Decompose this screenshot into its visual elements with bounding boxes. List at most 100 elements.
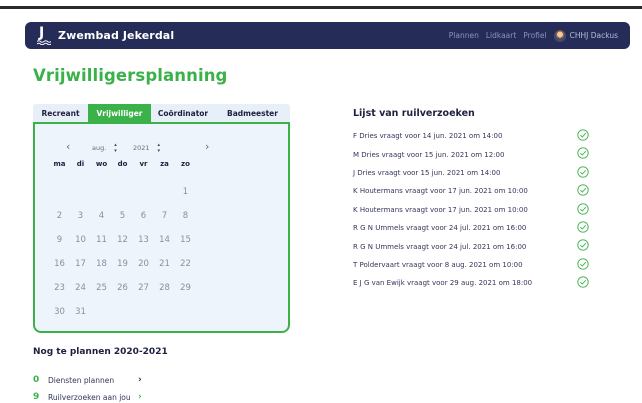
calendar-day[interactable]: 21: [154, 258, 175, 282]
calendar-day[interactable]: 17: [70, 258, 91, 282]
select-caret-icon: ▴ ▾: [157, 142, 161, 154]
calendar-day[interactable]: 5: [112, 210, 133, 234]
calendar-day[interactable]: 6: [133, 210, 154, 234]
calendar-day[interactable]: 18: [91, 258, 112, 282]
check-circle-icon[interactable]: [577, 147, 589, 160]
tab-vrijwilliger[interactable]: Vrijwilliger: [88, 104, 151, 122]
tab-badmeester[interactable]: Badmeester: [215, 104, 290, 122]
calendar-day[interactable]: 1: [175, 186, 196, 210]
nav-link-lidkaart[interactable]: Lidkaart: [486, 31, 516, 40]
swap-request-row[interactable]: F Dries vraagt voor 14 jun. 2021 om 14:0…: [353, 127, 603, 145]
calendar-day[interactable]: 2: [49, 210, 70, 234]
calendar-day[interactable]: 29: [175, 282, 196, 306]
check-circle-icon[interactable]: [577, 258, 589, 270]
todo-label: Diensten plannen: [48, 375, 115, 385]
swap-request-row[interactable]: R G N Ummels vraagt voor 24 jul. 2021 om…: [353, 237, 603, 255]
brand[interactable]: J Zwembad Jekerdal: [37, 25, 175, 45]
calendar-blank-cell: [49, 186, 70, 210]
chevron-right-icon[interactable]: ›: [138, 392, 142, 402]
swap-list-title: Lijst van ruilverzoeken: [353, 108, 475, 119]
calendar-day[interactable]: 7: [154, 210, 175, 234]
calendar-blank-cell: [154, 186, 175, 210]
swap-request-row[interactable]: E J G van Ewijk vraagt voor 29 aug. 2021…: [353, 274, 603, 292]
chevron-left-icon[interactable]: ‹: [66, 141, 70, 153]
calendar-day[interactable]: 25: [91, 282, 112, 306]
calendar-blank-cell: [133, 186, 154, 210]
calendar-day[interactable]: 19: [112, 258, 133, 282]
calendar-days: 1 2 3 4 5 6 7 8 9 10 11 12 13 14 15 16 17 18 19 20 21 22 23 24 2…: [49, 186, 196, 330]
month-select[interactable]: aug. ▴ ▾: [92, 142, 117, 154]
todo-item-diensten: 0 Diensten plannen ›: [33, 374, 142, 386]
check-circle-icon[interactable]: [577, 276, 589, 288]
nav-link-plannen[interactable]: Plannen: [449, 31, 479, 40]
month-value: aug.: [92, 144, 107, 152]
weekday-label: za: [160, 160, 169, 168]
top-border: [0, 0, 642, 9]
calendar-day[interactable]: 30: [49, 306, 70, 330]
calendar-day[interactable]: 10: [70, 234, 91, 258]
chevron-right-icon[interactable]: ›: [205, 141, 209, 153]
calendar-day[interactable]: 28: [154, 282, 175, 306]
nav-link-profiel[interactable]: Profiel: [523, 31, 546, 40]
calendar-day[interactable]: 23: [49, 282, 70, 306]
calendar-day[interactable]: 20: [133, 258, 154, 282]
brand-name: Zwembad Jekerdal: [58, 29, 175, 42]
avatar: [553, 29, 566, 42]
year-select[interactable]: 2021 ▴ ▾: [133, 142, 160, 154]
swap-request-text: E J G van Ewijk vraagt voor 29 aug. 2021…: [353, 279, 533, 288]
calendar: ‹ aug. ▴ ▾ 2021 ▴ ▾ › ma di wo do vr za zo…: [33, 122, 290, 333]
todo-label: Ruilverzoeken aan jou: [48, 392, 131, 402]
calendar-day[interactable]: 3: [70, 210, 91, 234]
swap-request-row[interactable]: T Poldervaart vraagt voor 8 aug. 2021 om…: [353, 256, 603, 274]
waves-icon: [37, 39, 51, 45]
calendar-day[interactable]: 24: [70, 282, 91, 306]
weekday-label: zo: [181, 160, 190, 168]
calendar-day[interactable]: 12: [112, 234, 133, 258]
check-circle-icon[interactable]: [577, 239, 589, 251]
calendar-header: ‹ aug. ▴ ▾ 2021 ▴ ▾ ›: [35, 141, 288, 155]
todo-item-ruilverzoeken: 9 Ruilverzoeken aan jou ›: [33, 391, 142, 403]
swap-request-text: K Houtermans vraagt voor 17 jun. 2021 om…: [353, 187, 528, 196]
todo-count: 0: [33, 375, 40, 385]
calendar-day[interactable]: 9: [49, 234, 70, 258]
nav-links: Plannen Lidkaart Profiel CHHJ Dackus: [449, 29, 618, 42]
tab-recreant[interactable]: Recreant: [33, 104, 88, 122]
swap-request-text: T Poldervaart vraagt voor 8 aug. 2021 om…: [353, 260, 523, 269]
calendar-day[interactable]: 13: [133, 234, 154, 258]
calendar-day[interactable]: 14: [154, 234, 175, 258]
calendar-day[interactable]: 31: [70, 306, 91, 330]
check-circle-icon[interactable]: [577, 184, 589, 196]
calendar-day[interactable]: 15: [175, 234, 196, 258]
select-caret-icon: ▴ ▾: [114, 142, 117, 154]
role-tabs: Recreant Vrijwilliger Coördinator Badmee…: [33, 104, 290, 122]
swap-request-row[interactable]: R G N Ummels vraagt voor 24 jul. 2021 om…: [353, 219, 603, 237]
calendar-day[interactable]: 8: [175, 210, 196, 234]
logo-icon: J: [37, 25, 51, 45]
check-circle-icon[interactable]: [577, 166, 589, 178]
page-title: Vrijwilligersplanning: [33, 66, 228, 85]
weekday-label: do: [117, 160, 128, 168]
calendar-day[interactable]: 26: [112, 282, 133, 306]
weekday-label: wo: [95, 160, 108, 168]
swap-request-row[interactable]: K Houtermans vraagt voor 17 jun. 2021 om…: [353, 182, 603, 200]
swap-request-row[interactable]: M Dries vraagt voor 15 jun. 2021 om 12:0…: [353, 145, 603, 163]
calendar-day[interactable]: 22: [175, 258, 196, 282]
swap-request-text: R G N Ummels vraagt voor 24 jul. 2021 om…: [353, 224, 527, 233]
calendar-day[interactable]: 27: [133, 282, 154, 306]
swap-request-text: M Dries vraagt voor 15 jun. 2021 om 12:0…: [353, 150, 505, 159]
navbar: J Zwembad Jekerdal Plannen Lidkaart Prof…: [25, 22, 630, 49]
calendar-blank-cell: [91, 186, 112, 210]
check-circle-icon[interactable]: [577, 221, 589, 233]
check-circle-icon[interactable]: [577, 129, 589, 141]
chevron-right-icon[interactable]: ›: [138, 375, 142, 385]
calendar-day[interactable]: 11: [91, 234, 112, 258]
swap-request-list: F Dries vraagt voor 14 jun. 2021 om 14:0…: [353, 127, 603, 293]
user-menu[interactable]: CHHJ Dackus: [553, 29, 618, 42]
swap-request-row[interactable]: K Houtermans vraagt voor 17 jun. 2021 om…: [353, 201, 603, 219]
calendar-day[interactable]: 4: [91, 210, 112, 234]
tab-coordinator[interactable]: Coördinator: [151, 104, 215, 122]
swap-request-row[interactable]: J Dries vraagt voor 15 jun. 2021 om 14:0…: [353, 164, 603, 182]
check-circle-icon[interactable]: [577, 202, 589, 215]
calendar-day[interactable]: 16: [49, 258, 70, 282]
user-name: CHHJ Dackus: [569, 31, 618, 40]
